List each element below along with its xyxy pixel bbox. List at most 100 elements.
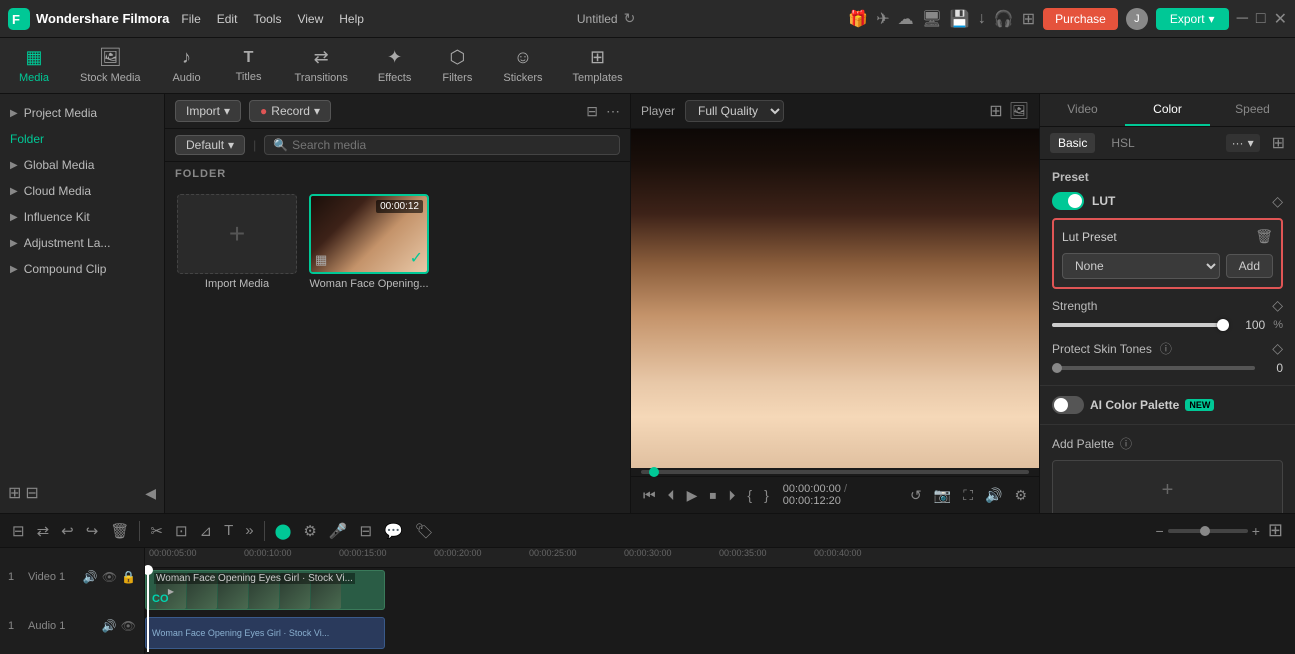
tab-stickers[interactable]: ☺ Stickers xyxy=(489,43,556,88)
grid-icon[interactable]: ⊞ xyxy=(1022,9,1035,29)
timeline-content[interactable]: 00:00:05:00 00:00:10:00 00:00:15:00 00:0… xyxy=(145,548,1295,654)
strength-keyframe-icon[interactable]: ◇ xyxy=(1272,297,1283,314)
menu-file[interactable]: File xyxy=(181,12,200,26)
timeline-settings-icon[interactable]: ⊟ xyxy=(356,520,377,542)
search-input[interactable] xyxy=(292,138,611,152)
sidebar-item-project-media[interactable]: ▶ Project Media xyxy=(0,100,164,126)
tab-media[interactable]: ▦ Media xyxy=(4,43,64,88)
volume-icon[interactable]: 🔊 xyxy=(981,485,1006,506)
monitor-icon[interactable]: 🖥 xyxy=(922,9,942,29)
tab-audio[interactable]: ♪ Audio xyxy=(157,43,217,88)
track-mute-icon[interactable]: 🔊 xyxy=(83,570,98,584)
strength-slider-thumb[interactable] xyxy=(1217,319,1229,331)
camera-icon[interactable]: 📷 xyxy=(930,485,955,506)
subtab-hsl[interactable]: HSL xyxy=(1103,133,1142,153)
grid-view-icon[interactable]: ⊞ xyxy=(989,101,1002,121)
zoom-slider-thumb[interactable] xyxy=(1200,526,1210,536)
settings2-icon[interactable]: ⚙ xyxy=(299,520,320,542)
adjust-icon[interactable]: ⊿ xyxy=(196,520,217,542)
collapse-panel-icon[interactable]: ◀ xyxy=(145,485,156,502)
timeline-playhead[interactable] xyxy=(147,570,149,652)
purchase-button[interactable]: Purchase xyxy=(1043,8,1118,30)
add-palette-info-icon[interactable]: ⓘ xyxy=(1120,435,1132,452)
list-item[interactable]: + Import Media xyxy=(177,194,297,290)
mic-icon[interactable]: 🎤 xyxy=(325,520,352,542)
tab-color[interactable]: Color xyxy=(1125,94,1210,126)
cut-icon[interactable]: ✂ xyxy=(146,520,167,542)
menu-tools[interactable]: Tools xyxy=(253,12,281,26)
add-folder-icon[interactable]: ⊞ xyxy=(8,483,21,503)
remove-folder-icon[interactable]: ⊟ xyxy=(25,483,38,503)
play-icon[interactable]: ▶ xyxy=(683,485,702,506)
tag-icon[interactable]: 🏷 xyxy=(411,520,438,542)
split-view-icon[interactable]: ⊟ xyxy=(8,520,29,542)
protect-skin-slider[interactable] xyxy=(1052,366,1255,370)
record-button[interactable]: ● Record ▾ xyxy=(249,100,331,122)
text-icon[interactable]: T xyxy=(220,520,237,541)
tab-stock-media[interactable]: 🖼 Stock Media xyxy=(66,43,155,88)
tab-video[interactable]: Video xyxy=(1040,94,1125,126)
tab-filters[interactable]: ⬡ Filters xyxy=(427,43,487,88)
save-icon[interactable]: 💾 xyxy=(950,9,970,29)
quality-select[interactable]: Full Quality xyxy=(685,100,784,122)
menu-edit[interactable]: Edit xyxy=(217,12,238,26)
settings-icon[interactable]: ⚙ xyxy=(1010,485,1031,506)
redo-icon[interactable]: ↪ xyxy=(82,520,103,542)
tab-transitions[interactable]: ⇄ Transitions xyxy=(281,43,362,88)
strength-slider[interactable] xyxy=(1052,323,1229,327)
close-icon[interactable]: ✕ xyxy=(1274,9,1287,29)
menu-help[interactable]: Help xyxy=(339,12,364,26)
arrow-icon[interactable]: ✈ xyxy=(876,9,889,29)
mark-out-icon[interactable]: } xyxy=(760,485,773,505)
lut-preset-select[interactable]: None xyxy=(1062,253,1220,279)
color-match-icon[interactable]: ⬤ xyxy=(271,520,296,542)
sidebar-item-cloud-media[interactable]: ▶ Cloud Media xyxy=(0,178,164,204)
tab-speed[interactable]: Speed xyxy=(1210,94,1295,126)
protect-skin-info-icon[interactable]: ⓘ xyxy=(1160,340,1172,357)
minimize-icon[interactable]: ─ xyxy=(1237,10,1248,28)
preview-scrubber[interactable] xyxy=(631,468,1039,476)
lut-delete-icon[interactable]: 🗑 xyxy=(1255,228,1273,245)
rewind-icon[interactable]: ⏮ xyxy=(639,485,660,506)
add-palette-box[interactable]: + xyxy=(1052,460,1283,513)
layout-icon[interactable]: ⊞ xyxy=(1272,133,1285,153)
media-thumbnail[interactable]: 00:00:12 ▦ ✓ xyxy=(309,194,429,274)
user-avatar[interactable]: J xyxy=(1126,8,1148,30)
zoom-in-icon[interactable]: + xyxy=(1252,523,1260,539)
menu-view[interactable]: View xyxy=(297,12,323,26)
delete-icon[interactable]: 🗑 xyxy=(106,520,133,542)
cloud-icon[interactable]: ☁ xyxy=(898,9,914,29)
crop-icon[interactable]: ⊡ xyxy=(171,520,192,542)
rotate-icon[interactable]: ↺ xyxy=(906,485,926,506)
tab-effects[interactable]: ✦ Effects xyxy=(364,43,425,88)
gift-icon[interactable]: 🎁 xyxy=(848,9,868,29)
lut-add-button[interactable]: Add xyxy=(1226,254,1273,278)
sidebar-item-compound-clip[interactable]: ▶ Compound Clip xyxy=(0,256,164,282)
headphone-icon[interactable]: 🎧 xyxy=(994,9,1014,29)
add-track-icon[interactable]: ⊞ xyxy=(1264,518,1287,543)
tab-titles[interactable]: T Titles xyxy=(219,45,279,87)
photo-icon[interactable]: 🖼 xyxy=(1009,101,1029,121)
more-icon[interactable]: ⋯ xyxy=(606,103,620,120)
undo-icon[interactable]: ↩ xyxy=(57,520,78,542)
subtab-more-dropdown[interactable]: ··· ▾ xyxy=(1226,134,1260,152)
maximize-icon[interactable]: □ xyxy=(1256,10,1266,28)
zoom-slider[interactable] xyxy=(1168,529,1248,533)
list-item[interactable]: 00:00:12 ▦ ✓ Woman Face Opening... xyxy=(309,194,429,290)
sidebar-item-global-media[interactable]: ▶ Global Media xyxy=(0,152,164,178)
tab-templates[interactable]: ⊞ Templates xyxy=(558,43,636,88)
export-button[interactable]: Export ▾ xyxy=(1156,8,1229,30)
track-eye-icon[interactable]: 👁 xyxy=(121,619,136,633)
sidebar-item-folder[interactable]: Folder xyxy=(0,126,164,152)
step-back-icon[interactable]: ⏴ xyxy=(664,485,679,506)
stop-icon[interactable]: ⏹ xyxy=(705,485,720,506)
import-button[interactable]: Import ▾ xyxy=(175,100,241,122)
download-icon[interactable]: ↓ xyxy=(978,10,986,28)
track-mute-icon[interactable]: 🔊 xyxy=(102,619,117,633)
video-clip[interactable]: ▶ Woman Face Opening Eyes Girl · Stock V… xyxy=(145,570,385,610)
fullscreen-icon[interactable]: ⛶ xyxy=(959,485,977,506)
track-lock-icon[interactable]: 🔒 xyxy=(121,570,136,584)
sidebar-item-adjustment[interactable]: ▶ Adjustment La... xyxy=(0,230,164,256)
refresh-icon[interactable]: ↻ xyxy=(624,10,636,27)
lut-keyframe-icon[interactable]: ◇ xyxy=(1272,193,1283,210)
